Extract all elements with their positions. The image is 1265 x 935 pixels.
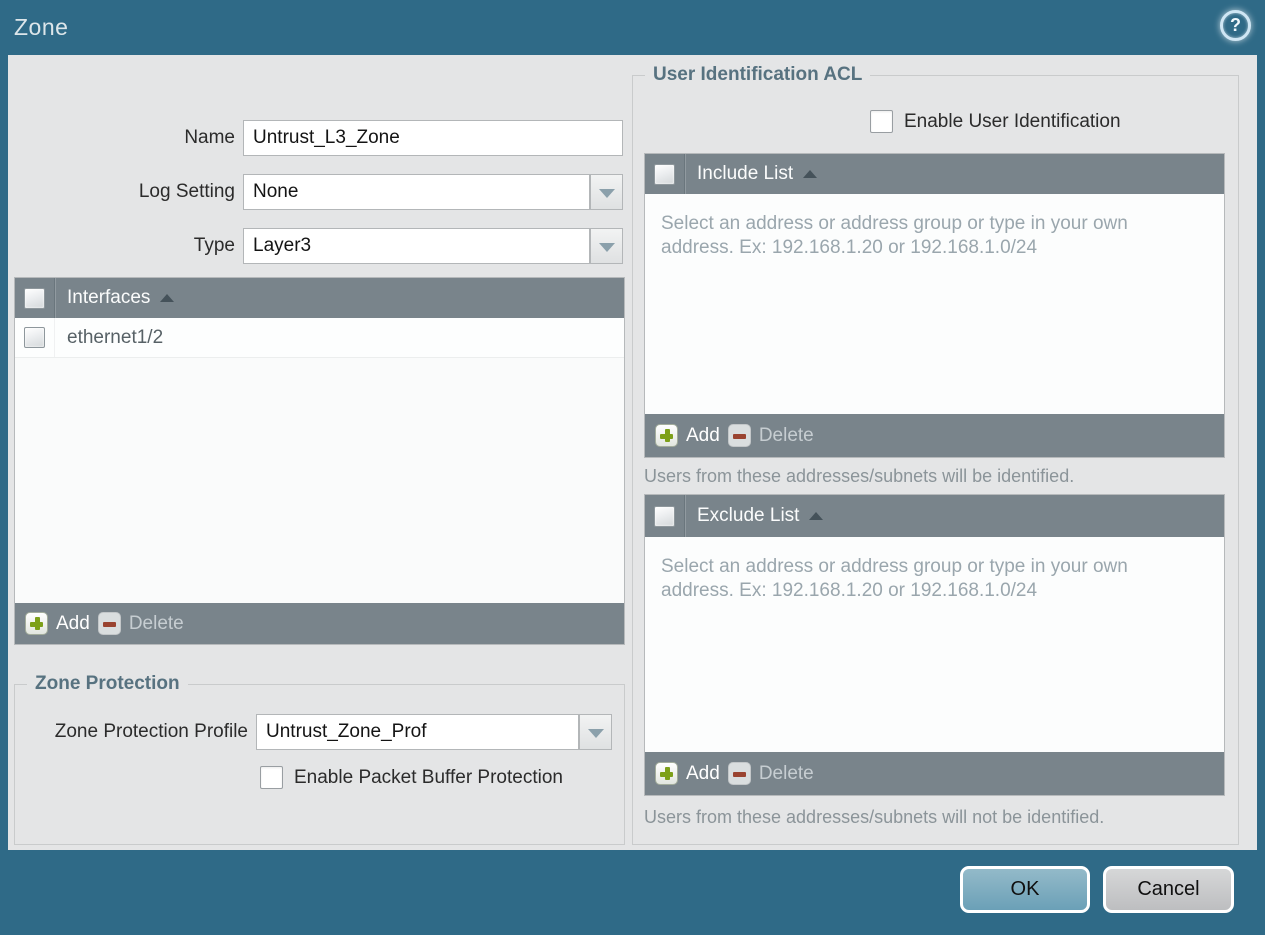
- include-select-all-checkbox[interactable]: [654, 163, 675, 185]
- interfaces-table-header: Interfaces: [15, 278, 624, 318]
- include-list-table: Include List Select an address or addres…: [644, 153, 1225, 458]
- zone-protection-section: Zone Protection Zone Protection Profile …: [14, 673, 625, 845]
- enable-user-identification-label: Enable User Identification: [904, 111, 1121, 132]
- include-column-header[interactable]: Include List: [685, 163, 818, 185]
- delete-button[interactable]: Delete: [727, 762, 814, 785]
- exclude-list-caption: Users from these addresses/subnets will …: [644, 807, 1105, 827]
- interfaces-select-all-checkbox[interactable]: [24, 287, 45, 309]
- user-identification-acl-legend: User Identification ACL: [645, 64, 871, 86]
- include-list-header: Include List: [645, 154, 1224, 194]
- include-list-caption: Users from these addresses/subnets will …: [644, 466, 1075, 486]
- zone-protection-legend: Zone Protection: [27, 673, 188, 695]
- minus-icon: [727, 762, 751, 785]
- zone-protection-profile-dropdown-button[interactable]: [579, 714, 612, 750]
- include-list-toolbar: Add Delete: [645, 414, 1224, 457]
- zone-protection-profile-input[interactable]: [256, 714, 579, 750]
- minus-icon: [727, 424, 751, 447]
- log-setting-dropdown-button[interactable]: [590, 174, 623, 210]
- enable-user-identification-checkbox[interactable]: [870, 110, 893, 133]
- ok-button[interactable]: OK: [960, 866, 1090, 913]
- interfaces-column-header[interactable]: Interfaces: [55, 287, 175, 309]
- sort-ascending-icon: [809, 512, 824, 520]
- delete-button[interactable]: Delete: [727, 424, 814, 447]
- plus-icon: [25, 612, 48, 635]
- exclude-list-header: Exclude List: [645, 495, 1224, 537]
- help-icon[interactable]: ?: [1220, 10, 1251, 41]
- minus-icon: [97, 612, 121, 635]
- plus-icon: [655, 762, 678, 785]
- interfaces-toolbar: Add Delete: [15, 603, 624, 644]
- include-list-placeholder: Select an address or address group or ty…: [661, 213, 1128, 258]
- table-row[interactable]: ethernet1/2: [15, 318, 624, 358]
- exclude-column-header[interactable]: Exclude List: [685, 505, 824, 527]
- row-checkbox-cell: [15, 318, 55, 357]
- exclude-select-all-checkbox[interactable]: [654, 505, 675, 527]
- dialog-titlebar: Zone ?: [0, 0, 1265, 55]
- exclude-list-toolbar: Add Delete: [645, 752, 1224, 795]
- type-label: Type: [193, 235, 235, 256]
- chevron-down-icon: [588, 729, 604, 738]
- chevron-down-icon: [599, 243, 615, 252]
- interfaces-table: Interfaces ethernet1/2 Add Delete: [14, 277, 625, 645]
- include-column-title: Include List: [697, 163, 794, 184]
- include-select-all-cell: [645, 154, 685, 194]
- interfaces-column-title: Interfaces: [67, 287, 151, 308]
- exclude-list-table: Exclude List Select an address or addres…: [644, 494, 1225, 796]
- add-button[interactable]: Add: [25, 612, 90, 635]
- add-button[interactable]: Add: [655, 424, 720, 447]
- plus-icon: [655, 424, 678, 447]
- packet-buffer-protection-checkbox[interactable]: [260, 766, 283, 789]
- exclude-column-title: Exclude List: [697, 505, 800, 526]
- name-label: Name: [184, 127, 235, 148]
- type-input[interactable]: [243, 228, 590, 264]
- zone-protection-profile-label: Zone Protection Profile: [54, 721, 248, 742]
- log-setting-input[interactable]: [243, 174, 590, 210]
- interface-name: ethernet1/2: [67, 326, 164, 348]
- type-dropdown-button[interactable]: [590, 228, 623, 264]
- row-checkbox[interactable]: [24, 327, 45, 348]
- add-button[interactable]: Add: [655, 762, 720, 785]
- interfaces-select-all-cell: [15, 278, 55, 318]
- interfaces-table-body: ethernet1/2: [15, 318, 624, 603]
- exclude-select-all-cell: [645, 495, 685, 537]
- dialog-title: Zone: [14, 14, 69, 40]
- delete-button[interactable]: Delete: [97, 612, 184, 635]
- chevron-down-icon: [599, 189, 615, 198]
- packet-buffer-protection-label: Enable Packet Buffer Protection: [294, 767, 563, 788]
- exclude-list-body[interactable]: Select an address or address group or ty…: [645, 537, 1224, 752]
- include-list-body[interactable]: Select an address or address group or ty…: [645, 194, 1224, 414]
- cancel-button[interactable]: Cancel: [1103, 866, 1234, 913]
- exclude-list-placeholder: Select an address or address group or ty…: [661, 556, 1128, 601]
- log-setting-label: Log Setting: [138, 181, 235, 202]
- sort-ascending-icon: [803, 170, 818, 178]
- name-input[interactable]: [243, 120, 623, 156]
- zone-dialog: Zone ? Name Log Setting Type Interfaces: [0, 0, 1265, 935]
- sort-ascending-icon: [160, 294, 175, 302]
